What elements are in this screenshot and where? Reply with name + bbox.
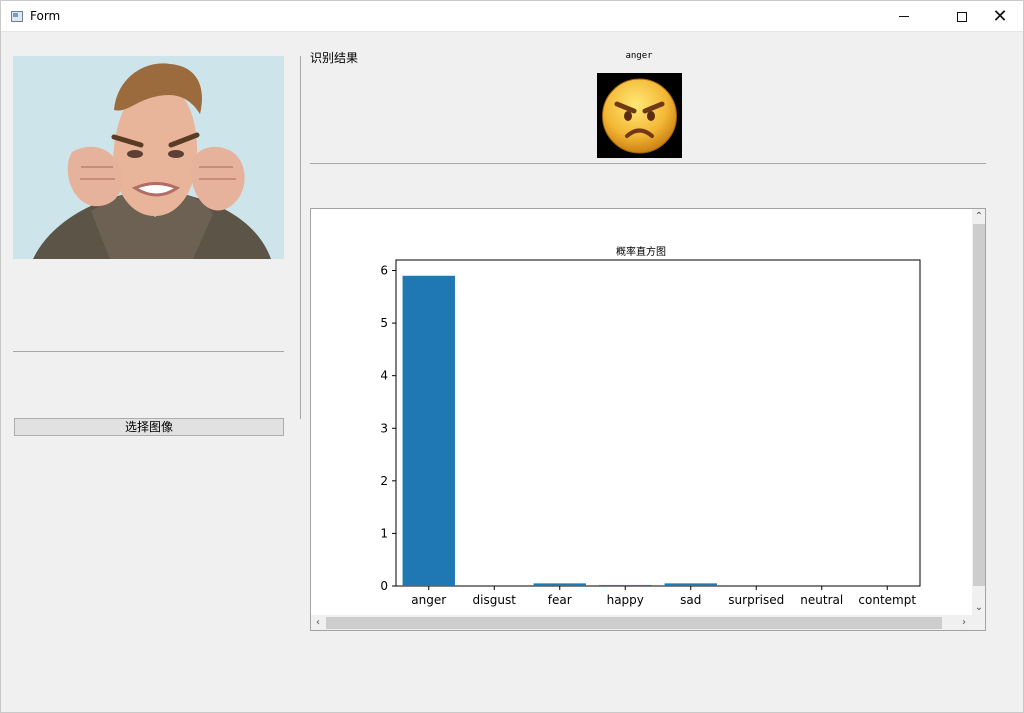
x-tick-label: sad xyxy=(680,593,701,607)
bar-fear xyxy=(533,583,586,586)
close-icon: ✕ xyxy=(992,5,1008,27)
maximize-icon xyxy=(957,11,967,22)
y-tick-label: 2 xyxy=(380,474,388,488)
x-tick-label: surprised xyxy=(728,593,784,607)
y-tick-label: 1 xyxy=(380,526,388,540)
input-face-photo xyxy=(13,56,284,259)
x-tick-label: disgust xyxy=(473,593,517,607)
minimize-button[interactable] xyxy=(881,1,927,32)
bar-anger xyxy=(402,275,455,586)
x-tick-label: contempt xyxy=(858,593,916,607)
plot-area-frame xyxy=(395,259,921,587)
horizontal-scrollbar[interactable]: ‹ › xyxy=(311,615,972,630)
predicted-emotion-text: anger xyxy=(625,51,653,61)
x-tick-label: neutral xyxy=(800,593,843,607)
vertical-divider xyxy=(300,56,301,419)
bar-sad xyxy=(664,583,717,586)
y-tick-label: 0 xyxy=(380,579,388,593)
main-window: Form ✕ 选择图像 识别结果 anger 概率直方图 0 1 2 3 4 5… xyxy=(0,0,1024,713)
scroll-left-icon[interactable]: ‹ xyxy=(311,615,325,630)
person-photo-graphic xyxy=(13,56,284,259)
title-bar: Form ✕ xyxy=(1,1,1023,32)
probability-chart-panel: 概率直方图 0 1 2 3 4 5 6 anger disgust fear happy sad su… xyxy=(310,208,986,631)
x-tick-label: happy xyxy=(607,593,644,607)
close-button[interactable]: ✕ xyxy=(977,1,1023,32)
vertical-scroll-thumb[interactable] xyxy=(973,224,985,586)
scroll-down-icon[interactable]: ⌄ xyxy=(972,600,985,615)
x-tick-label: fear xyxy=(548,593,572,607)
y-tick-label: 6 xyxy=(380,264,388,278)
bar-happy xyxy=(599,584,652,586)
angry-emoji-graphic xyxy=(602,78,677,154)
scroll-up-icon[interactable]: ⌃ xyxy=(972,209,985,224)
scrollbar-corner xyxy=(972,615,985,630)
left-divider xyxy=(13,351,284,352)
window-title: Form xyxy=(30,9,61,23)
chart-title: 概率直方图 xyxy=(616,245,666,258)
scroll-right-icon[interactable]: › xyxy=(957,615,971,630)
x-tick-label: anger xyxy=(411,593,446,607)
angry-face-emoji-icon xyxy=(597,73,682,158)
y-tick-label: 3 xyxy=(380,421,388,435)
result-divider xyxy=(310,163,986,164)
vertical-scrollbar[interactable]: ⌃ ⌄ xyxy=(972,209,985,615)
probability-histogram-chart: 概率直方图 0 1 2 3 4 5 6 anger disgust fear happy sad su… xyxy=(380,245,921,607)
select-image-button[interactable]: 选择图像 xyxy=(14,418,284,436)
recognition-result-label: 识别结果 xyxy=(310,51,359,65)
y-tick-label: 4 xyxy=(380,369,388,383)
horizontal-scroll-thumb[interactable] xyxy=(326,617,942,629)
form-window-icon xyxy=(11,11,23,22)
y-tick-label: 5 xyxy=(380,316,388,330)
minimize-icon xyxy=(899,16,909,17)
